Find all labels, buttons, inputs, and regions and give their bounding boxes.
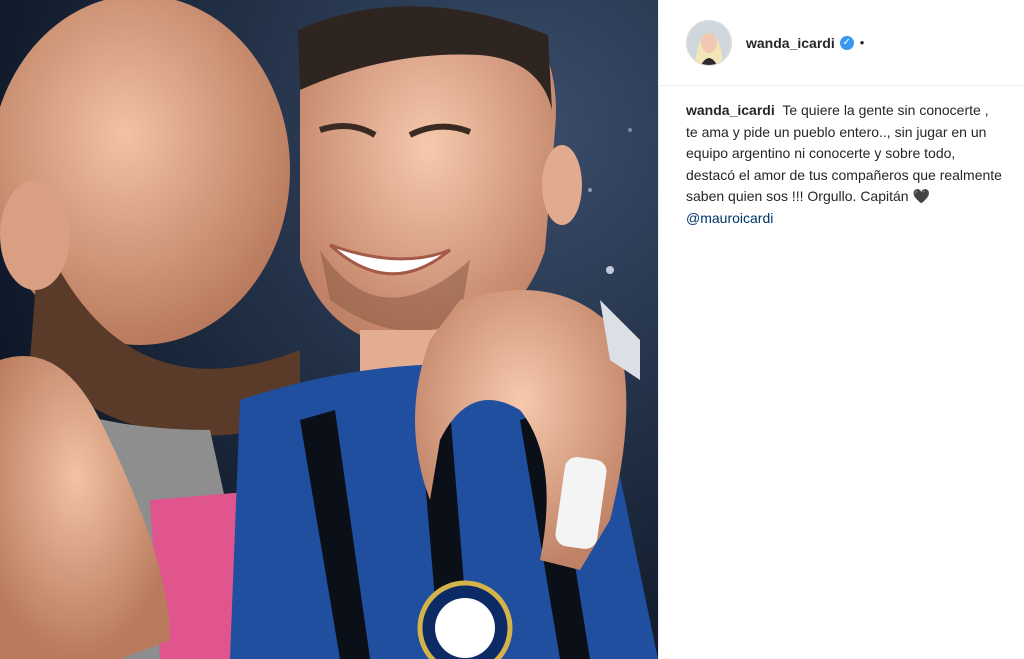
post-sidebar: wanda_icardi ✓ • wanda_icardi Te quiere … (658, 0, 1024, 659)
post-photo[interactable] (0, 0, 658, 659)
post-header: wanda_icardi ✓ • (659, 0, 1024, 86)
separator-dot: • (859, 34, 865, 50)
mention-link[interactable]: @mauroicardi (686, 208, 1004, 230)
instagram-post: wanda_icardi ✓ • wanda_icardi Te quiere … (0, 0, 1024, 659)
caption-username-link[interactable]: wanda_icardi (686, 102, 775, 118)
username-link[interactable]: wanda_icardi (746, 35, 835, 51)
verified-badge-icon: ✓ (839, 35, 854, 50)
post-caption: wanda_icardi Te quiere la gente sin cono… (659, 86, 1024, 229)
avatar[interactable] (686, 19, 732, 66)
